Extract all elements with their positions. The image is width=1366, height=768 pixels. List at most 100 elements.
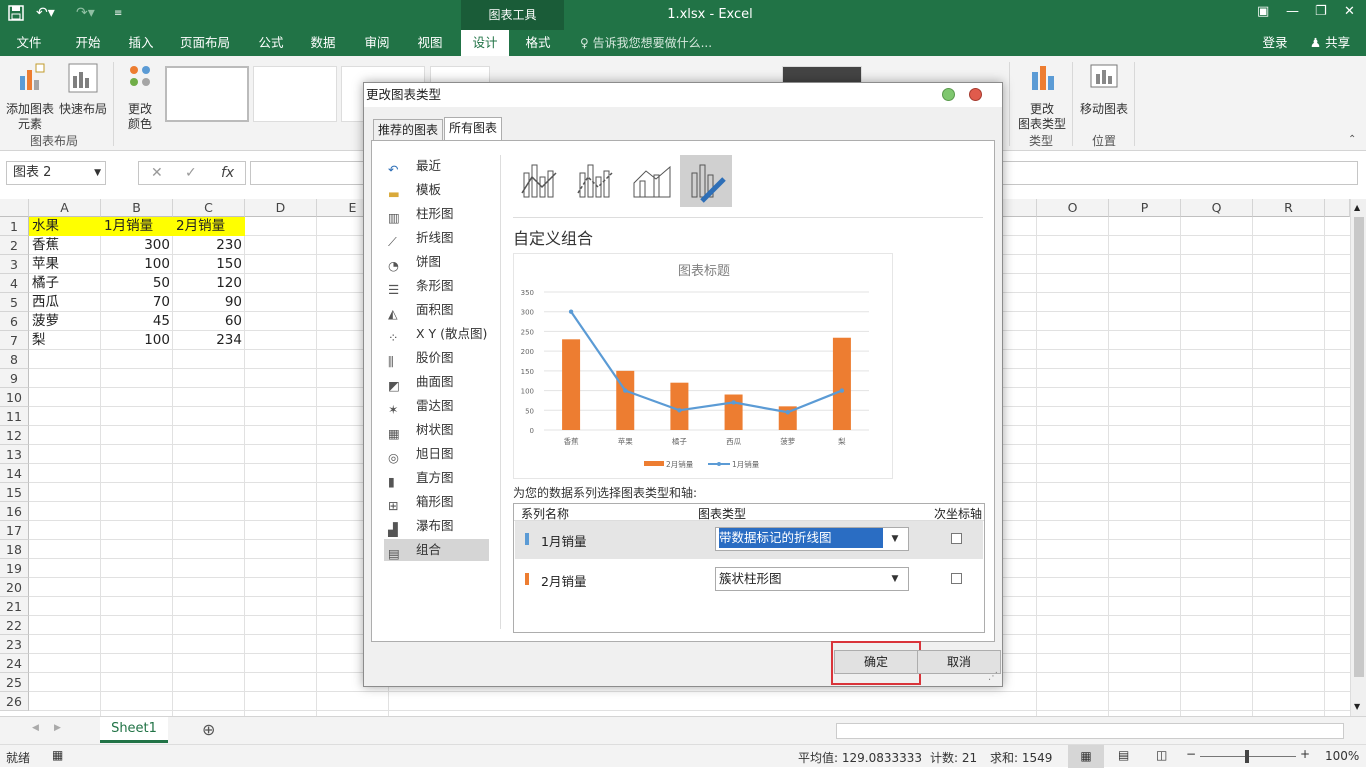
column-header[interactable]: O [1037, 199, 1109, 217]
tab-home[interactable]: 开始 [64, 30, 112, 56]
row-header[interactable]: 2 [0, 236, 29, 255]
select-all-corner[interactable] [0, 199, 29, 217]
nav-item-column[interactable]: ▥ 柱形图 [384, 203, 489, 225]
secondary-axis-checkbox[interactable] [951, 573, 962, 584]
save-icon[interactable] [8, 5, 24, 25]
row-header[interactable]: 14 [0, 464, 29, 483]
fx-icon[interactable]: fx [221, 162, 234, 184]
table-cell[interactable]: 梨 [29, 331, 101, 350]
row-header[interactable]: 11 [0, 407, 29, 426]
combo-clustered-line-secondary-icon[interactable] [570, 155, 622, 207]
nav-item-combo[interactable]: ▤ 组合 [384, 539, 489, 561]
add-sheet-icon[interactable]: ⊕ [202, 720, 215, 739]
series-type-combo[interactable]: 带数据标记的折线图 ▼ [715, 527, 909, 551]
column-header[interactable]: C [173, 199, 245, 217]
tab-format[interactable]: 格式 [515, 30, 561, 56]
restore-icon[interactable]: ❐ [1315, 4, 1327, 19]
row-header[interactable]: 13 [0, 445, 29, 464]
scroll-thumb[interactable] [1354, 217, 1364, 677]
resize-grip-icon[interactable]: ⋰ [988, 671, 998, 682]
normal-view-icon[interactable]: ▦ [1068, 745, 1104, 768]
share-button[interactable]: ♟ 共享 [1300, 30, 1360, 56]
table-cell[interactable]: 230 [173, 236, 245, 255]
nav-item-scatter[interactable]: ⁘ X Y (散点图) [384, 323, 489, 345]
quick-layout-button[interactable]: 快速布局 [58, 62, 108, 117]
nav-item-template[interactable]: ▬ 模板 [384, 179, 489, 201]
table-cell[interactable]: 50 [101, 274, 173, 293]
row-header[interactable]: 9 [0, 369, 29, 388]
tab-data[interactable]: 数据 [300, 30, 346, 56]
combo-area-column-icon[interactable] [626, 155, 678, 207]
row-header[interactable]: 22 [0, 616, 29, 635]
sheet-tab-sheet1[interactable]: Sheet1 [100, 717, 168, 743]
scroll-down-icon[interactable]: ▼ [1354, 702, 1360, 711]
collapse-ribbon-icon[interactable]: ⌃ [1348, 134, 1356, 145]
row-header[interactable]: 23 [0, 635, 29, 654]
table-cell[interactable]: 45 [101, 312, 173, 331]
nav-item-stock[interactable]: ⫼ 股价图 [384, 347, 489, 369]
combo-clustered-line-icon[interactable] [514, 155, 566, 207]
row-header[interactable]: 26 [0, 692, 29, 711]
column-header[interactable]: B [101, 199, 173, 217]
page-break-view-icon[interactable]: ◫ [1156, 748, 1167, 762]
tab-review[interactable]: 审阅 [354, 30, 400, 56]
nav-item-line[interactable]: ⟋ 折线图 [384, 227, 489, 249]
table-cell[interactable]: 100 [101, 255, 173, 274]
chart-style-thumb-1[interactable] [165, 66, 249, 122]
table-cell[interactable]: 150 [173, 255, 245, 274]
secondary-axis-checkbox[interactable] [951, 533, 962, 544]
table-cell[interactable]: 90 [173, 293, 245, 312]
nav-item-waterfall[interactable]: ▟ 瀑布图 [384, 515, 489, 537]
table-cell[interactable]: 60 [173, 312, 245, 331]
cell-a1[interactable]: 水果 [29, 217, 101, 236]
table-cell[interactable]: 120 [173, 274, 245, 293]
row-header[interactable]: 21 [0, 597, 29, 616]
series-row[interactable]: 2月销量 簇状柱形图 ▼ [515, 561, 983, 599]
tab-all-charts[interactable]: 所有图表 [444, 117, 503, 141]
table-cell[interactable]: 苹果 [29, 255, 101, 274]
zoom-in-icon[interactable]: + [1300, 747, 1310, 761]
chevron-down-icon[interactable]: ▼ [882, 568, 908, 590]
row-header[interactable]: 16 [0, 502, 29, 521]
zoom-out-icon[interactable]: − [1186, 747, 1196, 761]
tab-file[interactable]: 文件 [6, 30, 52, 56]
next-sheet-icon[interactable]: ▶ [54, 723, 61, 733]
minimize-icon[interactable]: — [1286, 4, 1299, 19]
tell-me-search[interactable]: ♀ 告诉我您想要做什么... [580, 30, 712, 56]
ok-button[interactable]: 确定 [834, 650, 918, 674]
page-layout-view-icon[interactable]: ▤ [1118, 748, 1129, 762]
redo-icon[interactable]: ↷▾ [76, 5, 95, 21]
tab-page-layout[interactable]: 页面布局 [172, 30, 238, 56]
zoom-level[interactable]: 100% [1325, 749, 1359, 763]
column-header[interactable]: Q [1181, 199, 1253, 217]
table-cell[interactable]: 300 [101, 236, 173, 255]
row-header[interactable]: 7 [0, 331, 29, 350]
nav-item-radar[interactable]: ✶ 雷达图 [384, 395, 489, 417]
chevron-down-icon[interactable]: ▼ [94, 162, 101, 184]
table-cell[interactable]: 橘子 [29, 274, 101, 293]
row-header[interactable]: 3 [0, 255, 29, 274]
nav-item-bar[interactable]: ☰ 条形图 [384, 275, 489, 297]
nav-item-histogram[interactable]: ▮ 直方图 [384, 467, 489, 489]
table-cell[interactable]: 70 [101, 293, 173, 312]
add-chart-element-button[interactable]: 添加图表 元素 [4, 62, 56, 132]
cell-b1[interactable]: 1月销量 [101, 217, 173, 236]
nav-item-area[interactable]: ◭ 面积图 [384, 299, 489, 321]
tab-formulas[interactable]: 公式 [248, 30, 294, 56]
custom-combo-icon[interactable] [680, 155, 732, 207]
login-link[interactable]: 登录 [1254, 30, 1296, 56]
help-icon[interactable] [942, 88, 955, 101]
move-chart-button[interactable]: 移动图表 [1076, 62, 1132, 117]
zoom-slider-thumb[interactable] [1245, 750, 1249, 763]
column-header[interactable]: R [1253, 199, 1325, 217]
series-row[interactable]: 1月销量 带数据标记的折线图 ▼ [515, 521, 983, 559]
row-header[interactable]: 20 [0, 578, 29, 597]
vertical-scrollbar[interactable]: ▲ ▼ [1350, 199, 1366, 716]
nav-item-sunburst[interactable]: ◎ 旭日图 [384, 443, 489, 465]
tab-insert[interactable]: 插入 [118, 30, 164, 56]
dialog-close-icon[interactable] [969, 88, 982, 101]
row-header[interactable]: 12 [0, 426, 29, 445]
row-header[interactable]: 19 [0, 559, 29, 578]
tab-recommended-charts[interactable]: 推荐的图表 [373, 119, 444, 141]
change-chart-type-button[interactable]: 更改 图表类型 [1014, 62, 1070, 132]
